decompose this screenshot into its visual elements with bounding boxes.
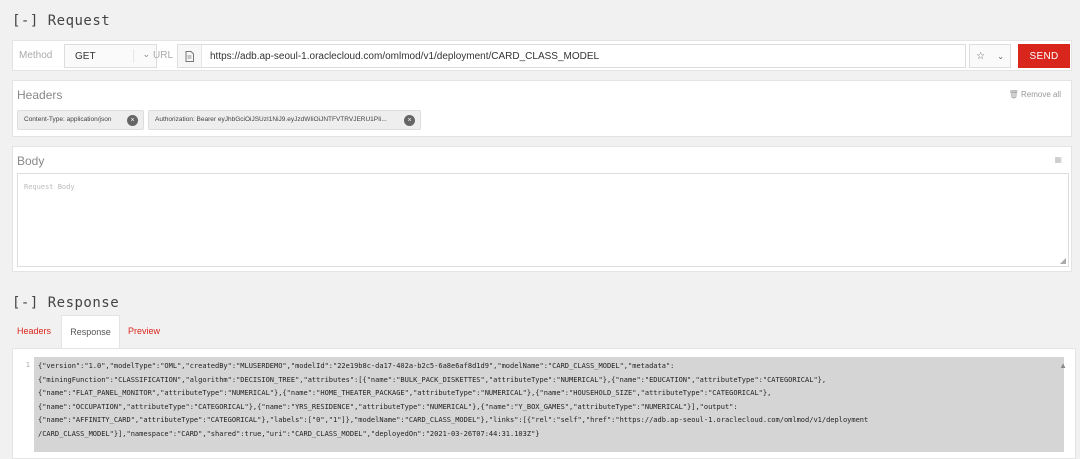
- tab-response[interactable]: Response: [61, 315, 120, 348]
- header-chip-text: Authorization: Bearer eyJhbGciOiJSUzI1Ni…: [155, 116, 387, 123]
- header-chip[interactable]: Content-Type: application/json ×: [17, 110, 144, 130]
- code-line: {"version":"1.0","modelType":"OML","crea…: [38, 362, 675, 370]
- resize-handle-icon[interactable]: ◢: [1060, 256, 1066, 265]
- method-label: Method: [19, 50, 53, 61]
- grid-icon[interactable]: ▦: [1054, 155, 1062, 164]
- body-label: Body: [17, 154, 45, 168]
- body-placeholder: Request Body: [24, 183, 75, 191]
- line-number: 1: [25, 361, 30, 369]
- star-icon[interactable]: ☆: [976, 51, 985, 62]
- code-line: {"name":"AFFINITY_CARD","attributeType":…: [38, 416, 869, 424]
- body-panel: Body ▦ Request Body ◢: [12, 146, 1072, 272]
- code-line: {"name":"FLAT_PANEL_MONITOR","attributeT…: [38, 389, 772, 397]
- headers-panel: Headers 🗑 Remove all Content-Type: appli…: [12, 80, 1072, 137]
- document-icon[interactable]: [178, 45, 202, 67]
- headers-label: Headers: [17, 88, 63, 102]
- send-button[interactable]: SEND: [1018, 44, 1070, 68]
- url-label: URL: [153, 50, 174, 61]
- response-body: 1 {"version":"1.0","modelType":"OML","cr…: [12, 348, 1076, 459]
- request-section-title[interactable]: [-] Request: [12, 13, 110, 29]
- method-value: GET: [75, 51, 96, 62]
- tab-headers[interactable]: Headers: [12, 315, 56, 348]
- url-value: https://adb.ap-seoul-1.oraclecloud.com/o…: [210, 51, 600, 62]
- code-line: /CARD_CLASS_MODEL"}],"namespace":"CARD",…: [38, 429, 540, 438]
- header-chip[interactable]: Authorization: Bearer eyJhbGciOiJSUzI1Ni…: [148, 110, 421, 130]
- tab-preview[interactable]: Preview: [124, 315, 164, 348]
- request-bar: Method GET ⌄ URL https://adb.ap-seoul-1.…: [12, 40, 1072, 71]
- header-chip-text: Content-Type: application/json: [24, 116, 112, 123]
- close-icon[interactable]: ×: [127, 115, 138, 126]
- response-code[interactable]: {"version":"1.0","modelType":"OML","crea…: [34, 357, 1064, 452]
- method-select[interactable]: GET ⌄: [64, 44, 157, 68]
- chevron-down-icon: ⌄: [133, 49, 150, 63]
- request-body-textarea[interactable]: Request Body ◢: [17, 173, 1069, 267]
- favorite-dropdown[interactable]: ☆ ⌄: [969, 44, 1011, 68]
- code-line: {"name":"OCCUPATION","attributeType":"CA…: [38, 402, 738, 411]
- response-section-title[interactable]: [-] Response: [12, 295, 119, 311]
- remove-all-button[interactable]: 🗑 Remove all: [1009, 90, 1061, 99]
- close-icon[interactable]: ×: [404, 115, 415, 126]
- code-line: {"miningFunction":"CLASSIFICATION","algo…: [38, 375, 827, 384]
- response-tabs: Headers Response Preview: [12, 315, 212, 348]
- url-input[interactable]: https://adb.ap-seoul-1.oraclecloud.com/o…: [177, 44, 966, 68]
- collapse-up-icon[interactable]: ▲: [1059, 361, 1067, 370]
- chevron-down-icon[interactable]: ⌄: [997, 52, 1004, 61]
